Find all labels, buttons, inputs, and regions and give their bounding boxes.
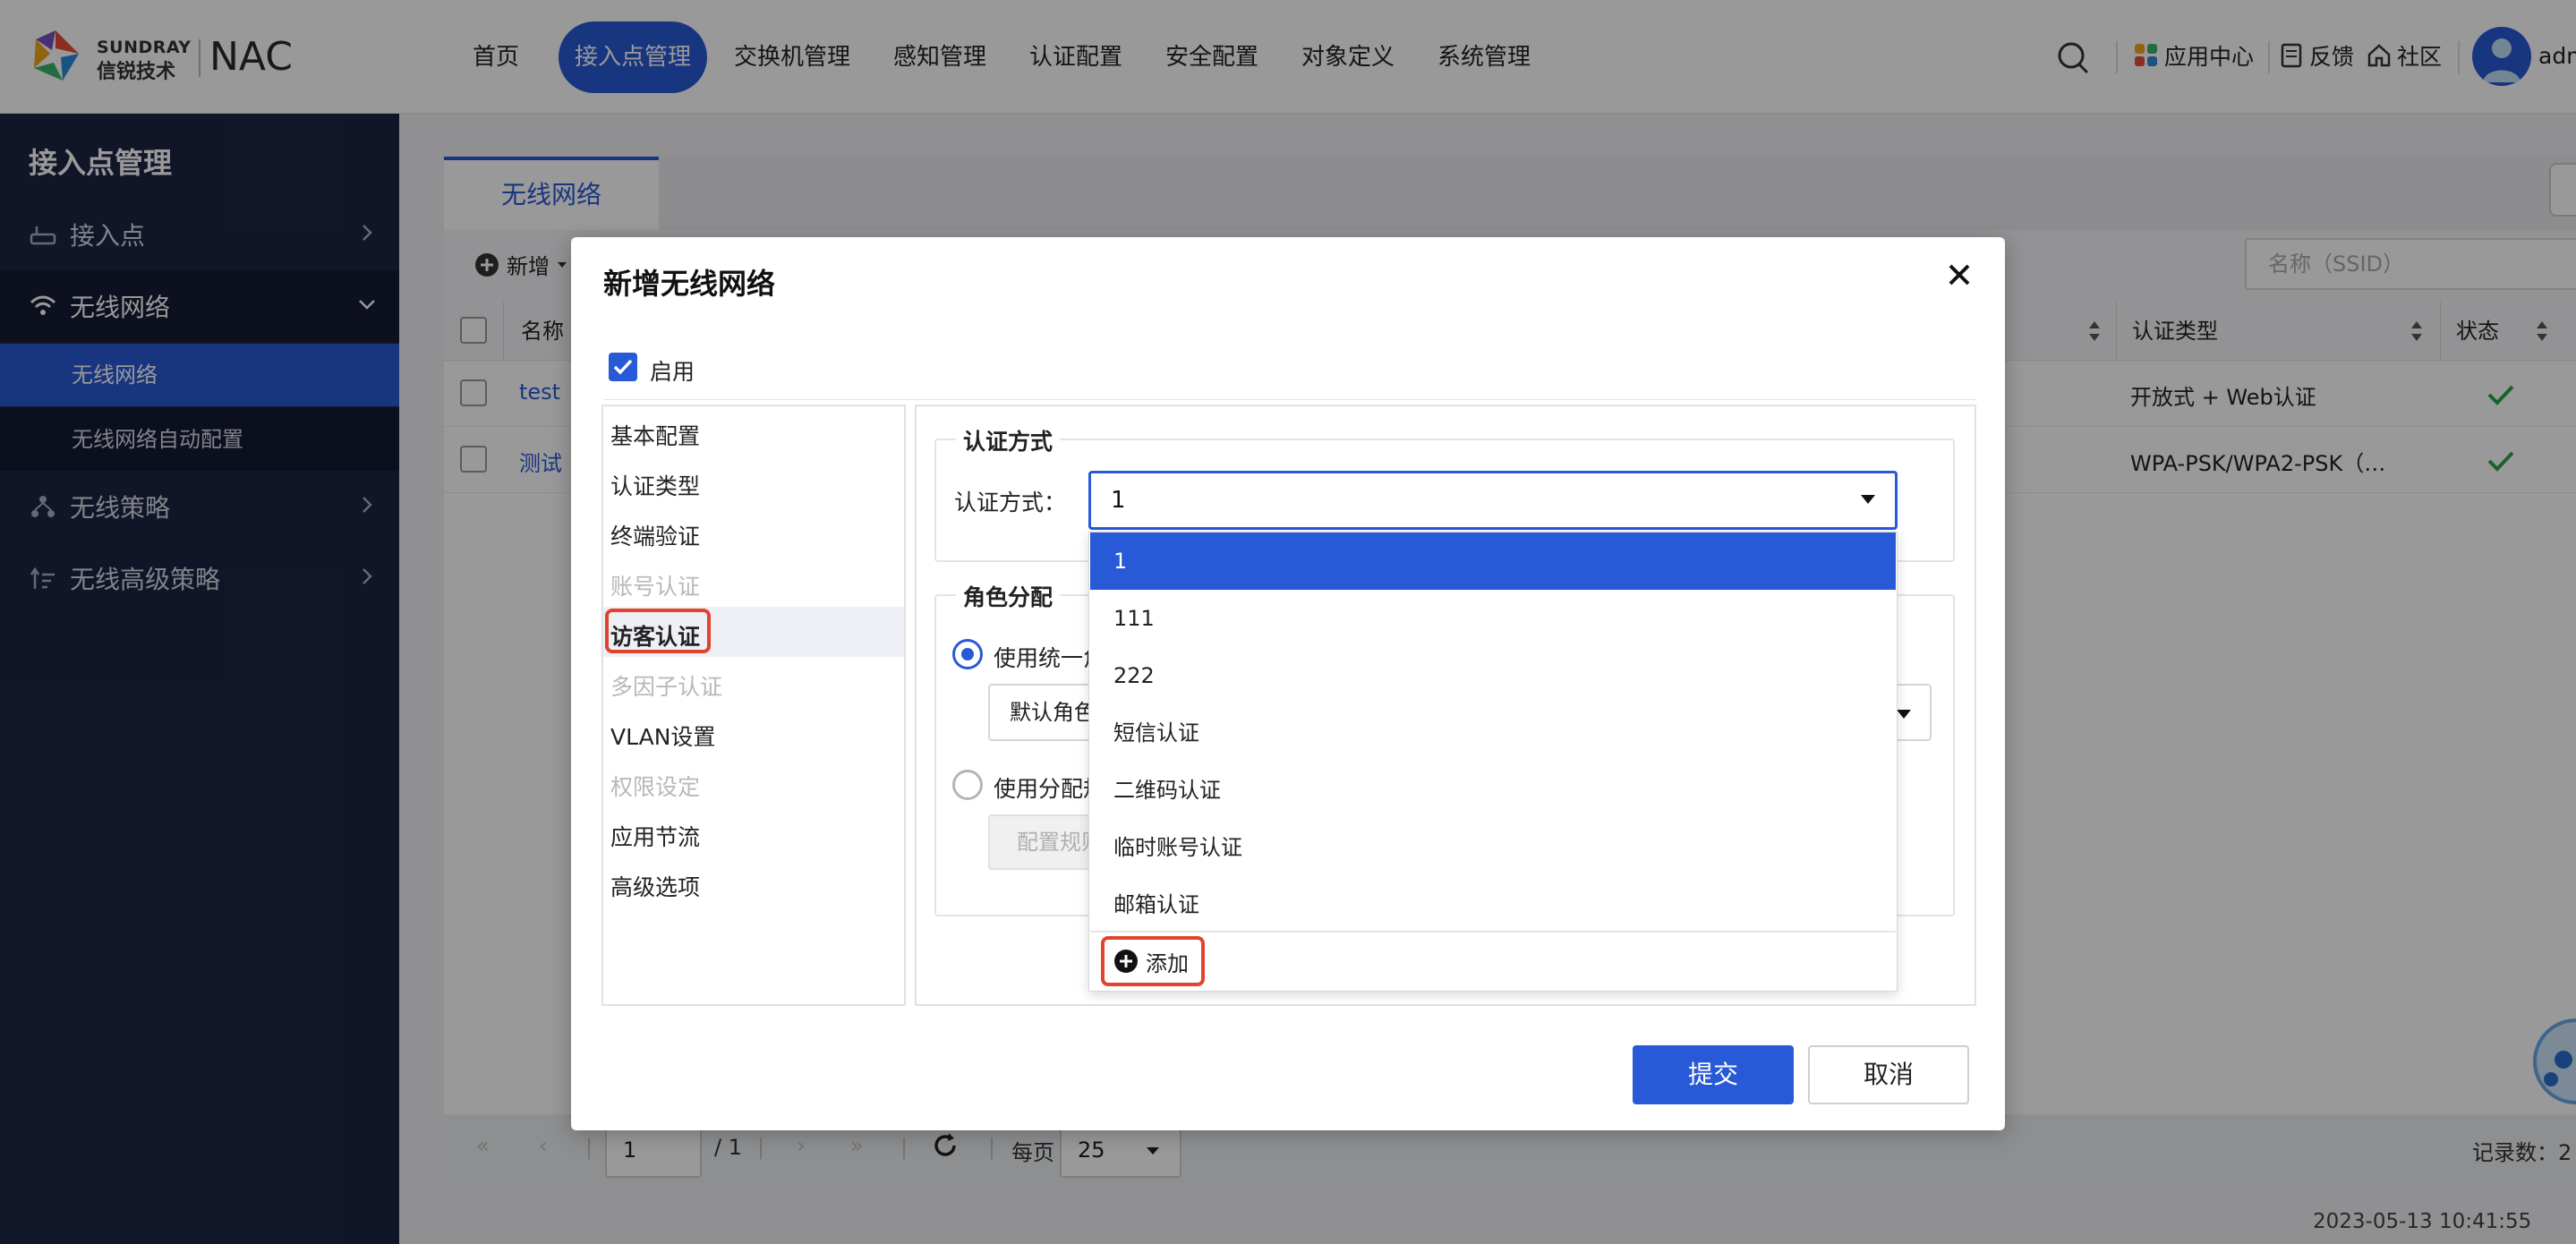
rule-based-role-radio[interactable]	[952, 770, 983, 800]
menu-item-multi-factor-auth[interactable]: 多因子认证	[610, 669, 722, 702]
add-label: 添加	[1146, 950, 1189, 976]
dropdown-option[interactable]: 邮箱认证	[1090, 876, 1896, 933]
caret-down-icon	[1897, 710, 1911, 719]
auth-method-select[interactable]: 1	[1088, 471, 1898, 530]
menu-item-basic-config[interactable]: 基本配置	[610, 419, 700, 451]
caret-down-icon	[1861, 495, 1875, 504]
menu-item-vlan-settings[interactable]: VLAN设置	[610, 720, 715, 752]
add-auth-method-button[interactable]: 添加	[1101, 936, 1205, 986]
menu-item-account-auth[interactable]: 账号认证	[610, 569, 700, 601]
dropdown-option[interactable]: 1	[1090, 533, 1896, 590]
auth-method-legend: 认证方式	[956, 424, 1061, 456]
unified-role-radio[interactable]	[952, 639, 983, 669]
enable-label: 启用	[650, 359, 695, 385]
menu-item-auth-type[interactable]: 认证类型	[610, 469, 700, 501]
dialog-divider	[603, 399, 1976, 400]
dialog-title: 新增无线网络	[603, 267, 776, 301]
auth-method-label: 认证方式：	[954, 490, 1067, 515]
checkmark-icon	[613, 359, 633, 375]
role-assignment-legend: 角色分配	[956, 580, 1061, 612]
cancel-button[interactable]: 取消	[1808, 1045, 1969, 1104]
dropdown-option[interactable]: 111	[1090, 590, 1896, 647]
plus-circle-icon	[1114, 950, 1138, 973]
menu-item-terminal-verification[interactable]: 终端验证	[610, 519, 700, 551]
enable-checkbox[interactable]	[609, 353, 637, 381]
dropdown-option[interactable]: 二维码认证	[1090, 762, 1896, 819]
menu-item-advanced-options[interactable]: 高级选项	[610, 870, 700, 902]
dropdown-divider	[1090, 931, 1896, 933]
submit-button[interactable]: 提交	[1633, 1045, 1794, 1104]
dropdown-option[interactable]: 222	[1090, 647, 1896, 704]
dropdown-option[interactable]: 短信认证	[1090, 704, 1896, 762]
close-icon[interactable]	[1946, 261, 1973, 288]
dropdown-option[interactable]: 临时账号认证	[1090, 819, 1896, 876]
menu-item-permission-settings[interactable]: 权限设定	[610, 770, 700, 802]
highlight-box	[605, 609, 711, 653]
menu-item-app-throttling[interactable]: 应用节流	[610, 820, 700, 852]
